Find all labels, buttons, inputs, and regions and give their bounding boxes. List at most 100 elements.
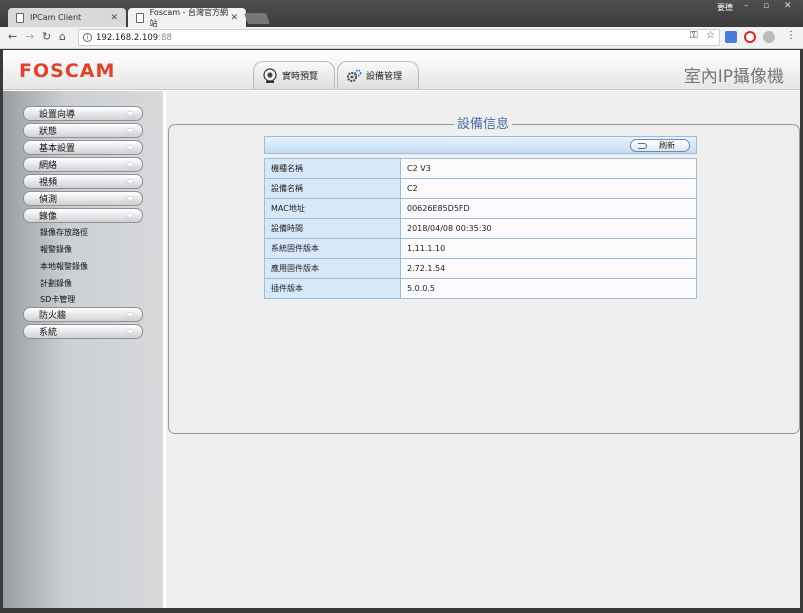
browser-tab-ipcam-client[interactable]: IPCam Client ✕: [8, 8, 126, 27]
row-value: 00626E85D5FD: [400, 198, 697, 219]
opera-extension-icon[interactable]: [744, 31, 756, 43]
tab-label: Foscam - 台灣官方網站: [149, 7, 229, 28]
menu-video[interactable]: 視頻: [23, 174, 143, 189]
table-row: 應用固件版本 2.72.1.54: [264, 258, 697, 279]
gears-icon: [347, 69, 362, 82]
row-key: 系統固件版本: [264, 238, 401, 259]
device-info-table: 機種名稱 C2 V3 設備名稱 C2 MAC地址 00626E85D5FD 設備…: [264, 158, 697, 299]
menu-label: 狀態: [39, 127, 58, 137]
menu-setup-wizard[interactable]: 設置向導: [23, 106, 143, 121]
menu-label: 視頻: [39, 178, 58, 188]
menu-detection[interactable]: 偵測: [23, 191, 143, 206]
new-tab-button[interactable]: [243, 13, 271, 24]
table-row: 機種名稱 C2 V3: [264, 158, 697, 179]
chevron-down-icon: [123, 326, 138, 337]
address-port: :88: [158, 32, 172, 43]
address-host: 192.168.2.109: [96, 32, 159, 43]
table-row: MAC地址 00626E85D5FD: [264, 198, 697, 219]
minimize-icon[interactable]: –: [744, 1, 749, 11]
menu-label: 基本設置: [39, 144, 76, 154]
address-bar[interactable]: i 192.168.2.109:88: [78, 29, 720, 46]
row-key: MAC地址: [264, 198, 401, 219]
chevron-down-icon: [123, 142, 138, 153]
info-icon[interactable]: i: [83, 33, 92, 42]
table-row: 插件版本 5.0.0.5: [264, 278, 697, 299]
table-row: 設備名稱 C2: [264, 178, 697, 199]
table-row: 系統固件版本 1.11.1.10: [264, 238, 697, 259]
profile-name[interactable]: 要德: [717, 2, 733, 13]
menu-label: 設置向導: [39, 110, 76, 120]
key-icon[interactable]: ⚿: [690, 30, 698, 41]
chevron-down-icon: [123, 210, 138, 221]
maximize-icon[interactable]: ▫: [763, 1, 769, 11]
foscam-logo: FOSCAM: [19, 60, 116, 82]
menu-status[interactable]: 狀態: [23, 123, 143, 138]
chevron-down-icon: [123, 193, 138, 204]
document-icon: [16, 12, 24, 23]
chevron-down-icon: [123, 108, 138, 119]
row-value: 2.72.1.54: [400, 258, 697, 279]
close-icon[interactable]: ✕: [110, 13, 118, 23]
browser-tab-foscam[interactable]: Foscam - 台灣官方網站 ✕: [128, 7, 246, 28]
sidebar: 設置向導 狀態 基本設置 網絡 視頻 偵測 錄像 錄像存放路徑 報警錄像 本地報…: [3, 91, 163, 608]
menu-label: 防火牆: [39, 311, 67, 321]
submenu-alarm-recording[interactable]: 報警錄像: [40, 244, 72, 255]
refresh-bar: 刷新: [264, 136, 697, 154]
chevron-down-icon: [123, 125, 138, 136]
browser-toolbar: ← → ↻ ⌂ i 192.168.2.109:88 ⚿ ☆ ⋮: [0, 27, 803, 49]
row-key: 設備時間: [264, 218, 401, 239]
tab-label: IPCam Client: [30, 13, 82, 22]
menu-label: 偵測: [39, 195, 58, 205]
document-icon: [136, 12, 144, 23]
submenu-sd-card-management[interactable]: SD卡管理: [40, 294, 75, 305]
back-icon[interactable]: ←: [8, 30, 17, 43]
chevron-down-icon: [123, 176, 138, 187]
star-icon[interactable]: ☆: [706, 30, 715, 41]
tab-device-management[interactable]: 設備管理: [337, 61, 419, 89]
refresh-icon: [638, 143, 647, 149]
menu-firewall[interactable]: 防火牆: [23, 307, 143, 322]
forward-icon[interactable]: →: [25, 30, 34, 43]
submenu-local-alarm-recording[interactable]: 本地報警錄像: [40, 261, 88, 272]
close-icon[interactable]: ✕: [230, 13, 238, 23]
app-header: FOSCAM 實時預覽 設備管理 室內IP攝像機: [3, 50, 800, 90]
row-value: C2: [400, 178, 697, 199]
row-key: 應用固件版本: [264, 258, 401, 279]
extension-icon[interactable]: [763, 31, 775, 43]
menu-label: 網絡: [39, 161, 58, 171]
home-icon[interactable]: ⌂: [59, 30, 66, 43]
chevron-down-icon: [123, 159, 138, 170]
tab-live-view[interactable]: 實時預覽: [253, 61, 335, 89]
row-key: 插件版本: [264, 278, 401, 299]
row-value: 2018/04/08 00:35:30: [400, 218, 697, 239]
menu-label: 錄像: [39, 212, 58, 222]
close-window-icon[interactable]: ✕: [784, 1, 792, 11]
web-page: FOSCAM 實時預覽 設備管理 室內IP攝像機 設置向導 狀態 基本設置 網絡…: [3, 50, 800, 608]
submenu-scheduled-recording[interactable]: 計劃錄像: [40, 278, 72, 289]
refresh-label: 刷新: [659, 141, 675, 150]
refresh-button[interactable]: 刷新: [630, 139, 690, 152]
row-key: 設備名稱: [264, 178, 401, 199]
menu-basic-settings[interactable]: 基本設置: [23, 140, 143, 155]
tab-device-management-label: 設備管理: [366, 72, 403, 82]
menu-recording[interactable]: 錄像: [23, 208, 143, 223]
browser-titlebar: IPCam Client ✕ Foscam - 台灣官方網站 ✕ 要德 – ▫ …: [0, 0, 803, 28]
row-value: C2 V3: [400, 158, 697, 179]
camera-icon: [263, 67, 277, 83]
menu-network[interactable]: 網絡: [23, 157, 143, 172]
panel-title: 設備信息: [166, 113, 800, 132]
product-title: 室內IP攝像機: [683, 67, 784, 87]
chevron-down-icon: [123, 309, 138, 320]
submenu-recording-path[interactable]: 錄像存放路徑: [40, 227, 88, 238]
menu-dots-icon[interactable]: ⋮: [786, 30, 796, 41]
menu-label: 系統: [39, 328, 58, 338]
reload-icon[interactable]: ↻: [42, 30, 51, 43]
row-value: 5.0.0.5: [400, 278, 697, 299]
main-content: 設備信息 刷新 機種名稱 C2 V3 設備名稱 C2 MAC地址 00626E8…: [166, 91, 800, 608]
translate-extension-icon[interactable]: [725, 31, 737, 43]
panel-title-text: 設備信息: [453, 117, 512, 132]
row-value: 1.11.1.10: [400, 238, 697, 259]
row-key: 機種名稱: [264, 158, 401, 179]
menu-system[interactable]: 系統: [23, 324, 143, 339]
tab-live-view-label: 實時預覽: [282, 72, 319, 82]
